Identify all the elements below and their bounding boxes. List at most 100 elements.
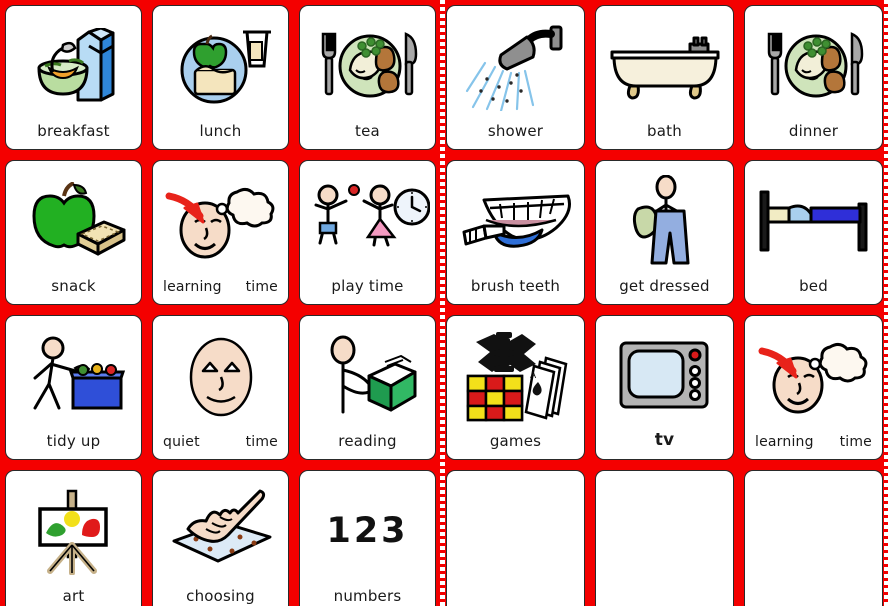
cereal-bowl-and-milk-carton-icon <box>6 6 141 122</box>
card-label-part-b: time <box>245 279 278 295</box>
dinner-plate-fork-knife-icon <box>745 6 882 122</box>
visual-schedule-board: breakfast lunch tea snack learning time <box>0 0 888 606</box>
schedule-panel-right: shower bath dinner brush teeth get dress… <box>441 0 888 606</box>
schedule-card-tidy-up[interactable]: tidy up <box>5 315 142 460</box>
schedule-card-bath[interactable]: bath <box>595 5 734 150</box>
schedule-card-learning-time[interactable]: learning time <box>744 315 883 460</box>
person-holding-open-book-icon <box>300 316 435 432</box>
bathtub-with-taps-icon <box>596 6 733 122</box>
one-two-three-digits-icon: 123 <box>300 471 435 587</box>
plate-with-apple-and-sandwich-icon <box>153 6 288 122</box>
card-label: reading <box>338 432 397 450</box>
schedule-card-shower[interactable]: shower <box>446 5 585 150</box>
schedule-cell: play time <box>294 155 441 310</box>
card-label: numbers <box>333 587 402 605</box>
schedule-cell: learning time <box>147 155 294 310</box>
schedule-card-games[interactable]: A games <box>446 315 585 460</box>
person-tidying-toy-box-icon <box>6 316 141 432</box>
schedule-card-learning-time[interactable]: learning time <box>152 160 289 305</box>
card-label: learning time <box>745 434 882 459</box>
schedule-cell: reading <box>294 310 441 465</box>
card-label: shower <box>487 122 544 140</box>
card-label: tea <box>355 122 380 140</box>
card-label: bed <box>799 277 828 295</box>
blank-schedule-card[interactable] <box>446 470 585 606</box>
schedule-card-lunch[interactable]: lunch <box>152 5 289 150</box>
schedule-card-tea[interactable]: tea <box>299 5 436 150</box>
schedule-panel-left: breakfast lunch tea snack learning time <box>0 0 441 606</box>
schedule-cell: snack <box>0 155 147 310</box>
schedule-cell <box>739 465 888 606</box>
schedule-card-snack[interactable]: snack <box>5 160 142 305</box>
schedule-cell: brush teeth <box>441 155 590 310</box>
dinner-plate-fork-knife-icon <box>300 6 435 122</box>
shower-head-with-water-icon <box>447 6 584 122</box>
schedule-card-brush-teeth[interactable]: brush teeth <box>446 160 585 305</box>
schedule-cell: bath <box>590 0 739 155</box>
schedule-cell: bed <box>739 155 888 310</box>
schedule-card-quiet-time[interactable]: quiet time <box>152 315 289 460</box>
card-label: play time <box>331 277 404 295</box>
schedule-cell: dinner <box>739 0 888 155</box>
blank-schedule-card[interactable] <box>595 470 734 606</box>
schedule-card-breakfast[interactable]: breakfast <box>5 5 142 150</box>
card-label-part-a: learning <box>163 279 222 295</box>
schedule-card-play-time[interactable]: play time <box>299 160 436 305</box>
toothbrush-and-teeth-icon <box>447 161 584 277</box>
schedule-cell: breakfast <box>0 0 147 155</box>
card-label-part-a: quiet <box>163 434 200 450</box>
svg-text:A: A <box>530 371 537 381</box>
bed-with-blue-duvet-icon <box>745 161 882 277</box>
numbers-digits-text: 123 <box>326 511 409 551</box>
head-with-thought-bubble-and-arrow-icon <box>745 316 882 434</box>
chess-cards-and-puzzle-icon: A <box>447 316 584 432</box>
card-label: bath <box>647 122 682 140</box>
schedule-card-tv[interactable]: tv <box>595 315 734 460</box>
schedule-card-choosing[interactable]: choosing <box>152 470 289 606</box>
card-label-part-a: learning <box>755 434 814 450</box>
schedule-cell: lunch <box>147 0 294 155</box>
card-label-part-b: time <box>839 434 872 450</box>
television-set-icon <box>596 316 733 430</box>
card-label: tv <box>654 430 675 450</box>
card-label: lunch <box>199 122 242 140</box>
card-label: learning time <box>153 279 288 304</box>
schedule-cell: get dressed <box>590 155 739 310</box>
card-label: games <box>489 432 542 450</box>
card-label: snack <box>51 277 96 295</box>
card-label: choosing <box>186 587 255 605</box>
schedule-card-art[interactable]: art <box>5 470 142 606</box>
schedule-cell: tidy up <box>0 310 147 465</box>
schedule-cell: learning time <box>739 310 888 465</box>
card-label: quiet time <box>153 434 288 459</box>
two-children-throwing-ball-with-clock-icon <box>300 161 435 277</box>
card-label-part-b: time <box>245 434 278 450</box>
head-with-thought-bubble-and-arrow-icon <box>153 161 288 279</box>
card-label: brush teeth <box>470 277 561 295</box>
schedule-cell <box>441 465 590 606</box>
schedule-cell: art <box>0 465 147 606</box>
schedule-cell: shower <box>441 0 590 155</box>
person-putting-on-clothes-icon <box>596 161 733 277</box>
card-label: tidy up <box>46 432 101 450</box>
schedule-cell: choosing <box>147 465 294 606</box>
schedule-cell: A games <box>441 310 590 465</box>
card-label: get dressed <box>619 277 710 295</box>
schedule-card-get-dressed[interactable]: get dressed <box>595 160 734 305</box>
schedule-cell <box>590 465 739 606</box>
schedule-cell: 123 numbers <box>294 465 441 606</box>
card-label: breakfast <box>37 122 110 140</box>
schedule-cell: tea <box>294 0 441 155</box>
schedule-card-bed[interactable]: bed <box>744 160 883 305</box>
card-label: dinner <box>788 122 839 140</box>
schedule-card-numbers[interactable]: 123 numbers <box>299 470 436 606</box>
calm-face-icon <box>153 316 288 434</box>
easel-with-painting-icon <box>6 471 141 587</box>
card-label: art <box>62 587 85 605</box>
schedule-card-reading[interactable]: reading <box>299 315 436 460</box>
hand-pointing-at-choice-board-icon <box>153 471 288 587</box>
schedule-cell: tv <box>590 310 739 465</box>
schedule-card-dinner[interactable]: dinner <box>744 5 883 150</box>
blank-schedule-card[interactable] <box>744 470 883 606</box>
schedule-cell: quiet time <box>147 310 294 465</box>
